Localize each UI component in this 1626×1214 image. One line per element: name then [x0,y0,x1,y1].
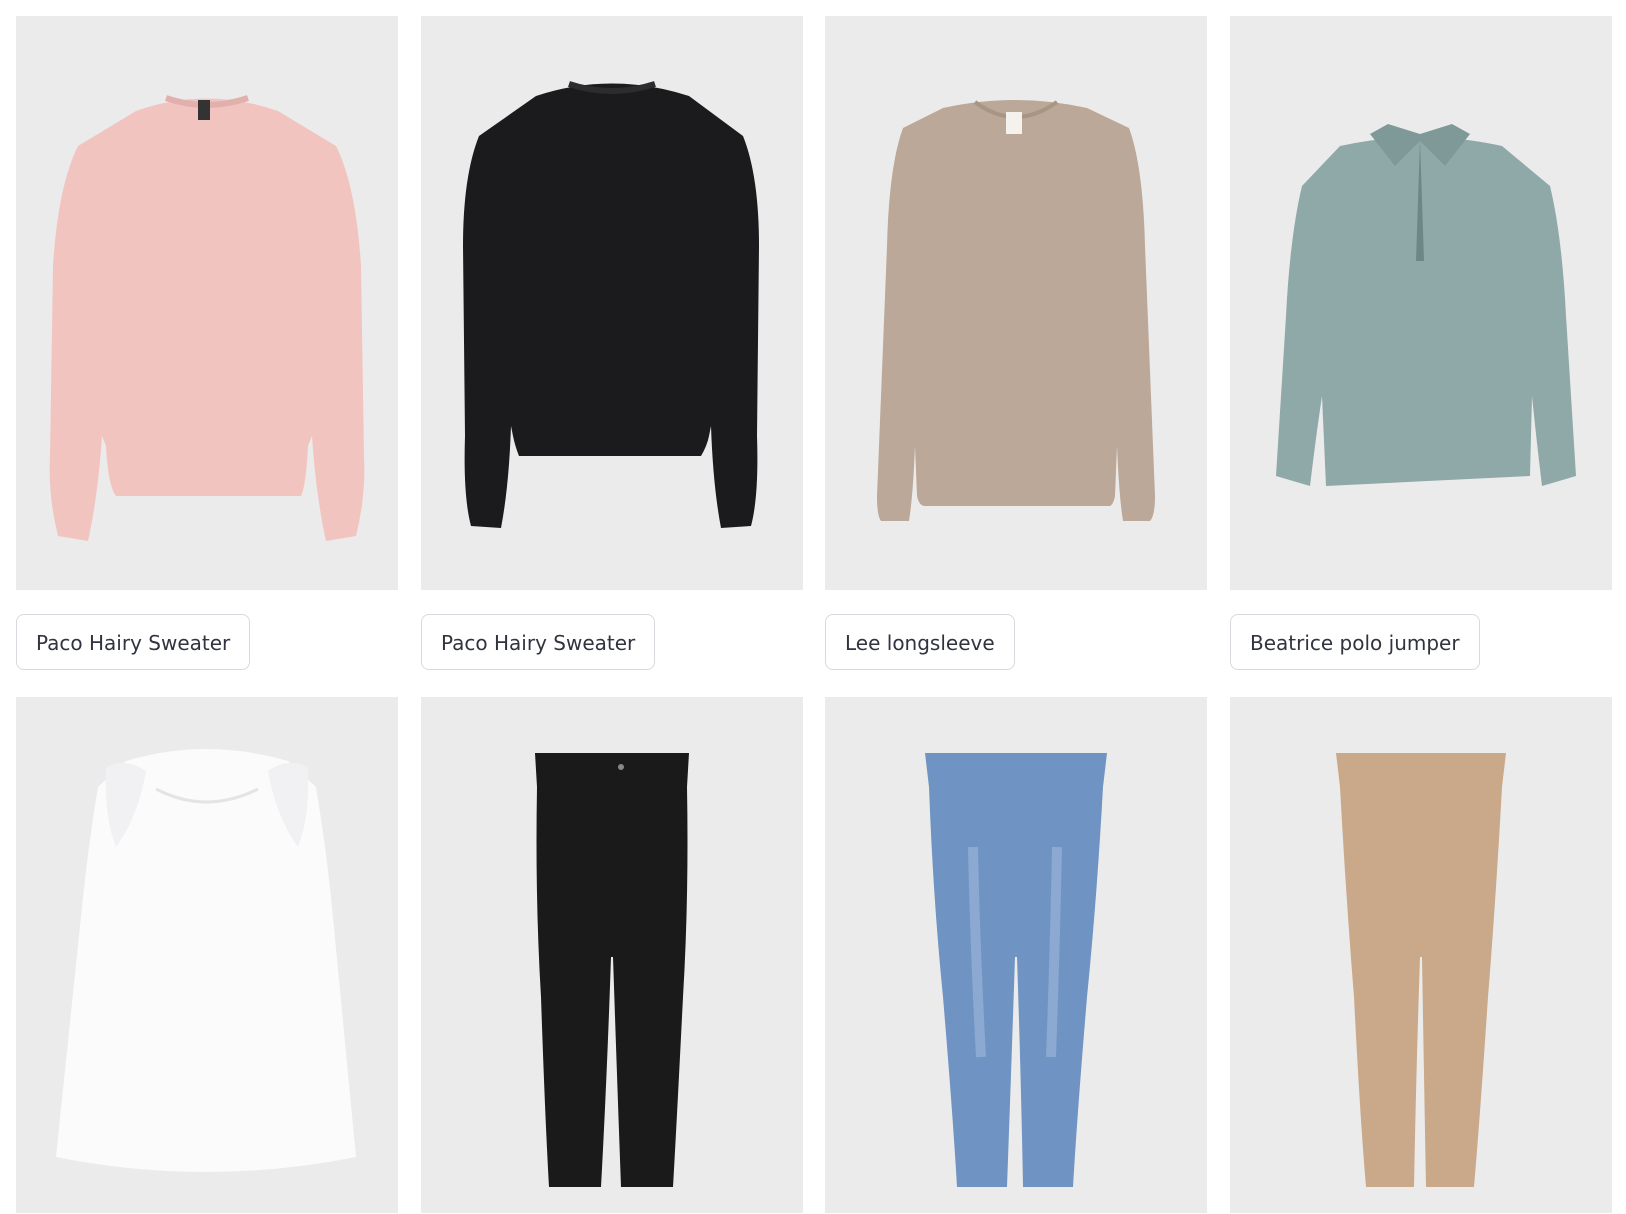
product-image-blue-jeans[interactable] [825,697,1207,1213]
product-image-pink-sweater[interactable] [16,16,398,590]
product-card: Paco Hairy Sweater [421,16,803,670]
jeans-illustration [1336,753,1506,1187]
product-card: Beatrice polo jumper [1230,16,1612,670]
jeans-illustration [925,753,1107,1187]
polo-jumper-illustration [1276,124,1576,486]
product-image-beige-longsleeve[interactable] [825,16,1207,590]
product-image-sage-polo-jumper[interactable] [1230,16,1612,590]
longsleeve-illustration [877,100,1155,521]
product-name-button[interactable]: Lee longsleeve [825,614,1015,670]
product-card [825,697,1207,1213]
product-name-button[interactable]: Paco Hairy Sweater [421,614,656,670]
product-name-button[interactable]: Beatrice polo jumper [1230,614,1480,670]
product-name-button[interactable]: Paco Hairy Sweater [16,614,251,670]
product-image-white-lace-top[interactable] [16,697,398,1213]
product-image-black-sweater[interactable] [421,16,803,590]
sweater-illustration [463,81,759,528]
product-image-black-jeans[interactable] [421,697,803,1213]
product-card [1230,697,1612,1213]
product-grid: Paco Hairy Sweater Paco Hairy Sweater Le… [0,0,1626,1214]
lace-top-illustration [56,749,356,1172]
product-card: Lee longsleeve [825,16,1207,670]
jeans-illustration [535,753,689,1187]
product-card [16,697,398,1213]
product-card: Paco Hairy Sweater [16,16,398,670]
product-image-beige-jeans[interactable] [1230,697,1612,1213]
sweater-illustration [49,95,365,541]
product-card [421,697,803,1213]
